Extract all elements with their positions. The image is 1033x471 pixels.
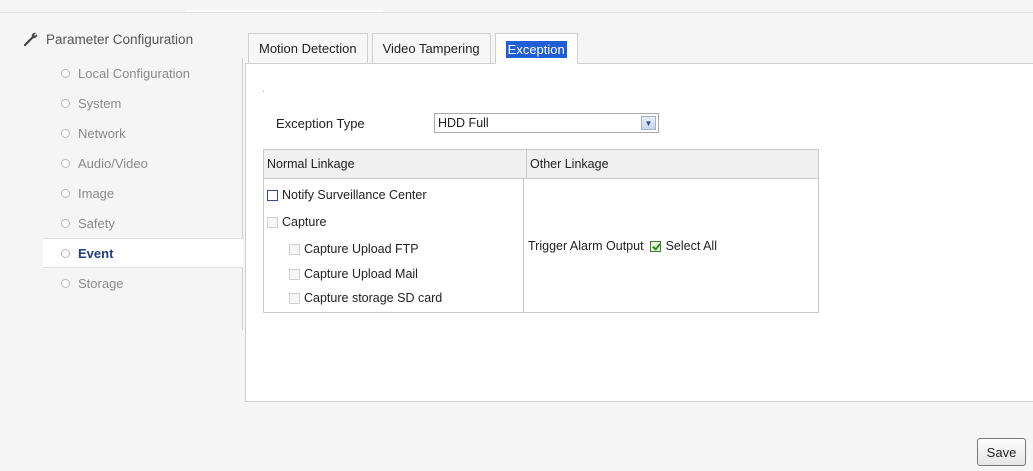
sidebar-item-event[interactable]: Event: [43, 238, 243, 268]
sidebar-item-label: Local Configuration: [78, 65, 191, 81]
normal-linkage-cell: Notify Surveillance Center Capture Captu…: [264, 179, 524, 313]
capture-ftp-option: Capture Upload FTP: [289, 242, 419, 256]
sidebar: Parameter Configuration: [18, 26, 243, 52]
chevron-down-icon[interactable]: ▼: [641, 116, 656, 130]
sidebar-item-label: Image: [78, 185, 115, 201]
tab-bar: Motion Detection Video Tampering Excepti…: [248, 33, 582, 64]
sidebar-item-local-configuration[interactable]: Local Configuration: [43, 58, 242, 88]
capture-sd-option: Capture storage SD card: [289, 291, 442, 305]
linkage-header-row: Normal Linkage Other Linkage: [264, 150, 818, 179]
capture-sd-checkbox: [289, 292, 300, 304]
linkage-body-row: Notify Surveillance Center Capture Captu…: [264, 179, 818, 313]
sidebar-menu: Local Configuration System Network Audio…: [43, 58, 243, 330]
sidebar-item-label: Storage: [78, 275, 124, 291]
sidebar-item-image[interactable]: Image: [43, 178, 242, 208]
trigger-alarm-output: Trigger Alarm Output Select All: [528, 239, 717, 253]
capture-mail-label: Capture Upload Mail: [304, 267, 418, 281]
tab-motion-detection[interactable]: Motion Detection: [248, 33, 368, 63]
notify-center-option[interactable]: Notify Surveillance Center: [267, 188, 427, 202]
tab-exception[interactable]: Exception: [494, 33, 578, 64]
tab-video-tampering[interactable]: Video Tampering: [371, 33, 491, 63]
sidebar-item-audio-video[interactable]: Audio/Video: [43, 148, 242, 178]
normal-linkage-header: Normal Linkage: [264, 150, 527, 178]
bullet-icon: [61, 278, 70, 288]
sidebar-item-safety[interactable]: Safety: [43, 208, 242, 238]
wrench-icon: [23, 32, 38, 47]
sidebar-item-network[interactable]: Network: [43, 118, 242, 148]
sidebar-item-label: System: [78, 95, 122, 111]
panel-mark: ·: [262, 86, 266, 97]
sidebar-item-label: Event: [78, 245, 114, 261]
select-all-label[interactable]: Select All: [666, 239, 717, 253]
select-all-checkbox[interactable]: [649, 240, 661, 252]
bullet-icon: [61, 128, 70, 138]
bullet-icon: [61, 188, 70, 198]
exception-type-row: Exception Type HDD Full ▼: [276, 113, 659, 133]
sidebar-item-label: Safety: [78, 215, 115, 231]
exception-type-label: Exception Type: [276, 115, 365, 131]
linkage-table: Normal Linkage Other Linkage Notify Surv…: [263, 149, 819, 313]
sidebar-title-label: Parameter Configuration: [46, 31, 194, 47]
tab-label: Motion Detection: [259, 41, 357, 56]
capture-mail-checkbox: [289, 268, 300, 280]
bullet-icon: [61, 248, 70, 258]
capture-label: Capture: [282, 215, 327, 229]
bullet-icon: [61, 158, 70, 168]
sidebar-title: Parameter Configuration: [18, 26, 243, 52]
sidebar-item-system[interactable]: System: [43, 88, 242, 118]
capture-option: Capture: [267, 215, 326, 229]
other-linkage-cell: Trigger Alarm Output Select All: [524, 179, 818, 313]
other-linkage-header: Other Linkage: [530, 157, 609, 171]
capture-ftp-checkbox: [289, 243, 300, 255]
capture-mail-option: Capture Upload Mail: [289, 267, 418, 281]
capture-checkbox: [267, 216, 278, 228]
sidebar-item-label: Audio/Video: [78, 155, 148, 171]
exception-type-value: HDD Full: [438, 116, 489, 130]
exception-type-select[interactable]: HDD Full ▼: [434, 113, 659, 133]
trigger-alarm-label: Trigger Alarm Output: [528, 239, 644, 253]
sidebar-item-label: Network: [78, 125, 126, 141]
notify-center-checkbox[interactable]: [267, 189, 278, 201]
top-divider: [0, 12, 1033, 13]
notify-center-label: Notify Surveillance Center: [282, 188, 427, 202]
capture-sd-label: Capture storage SD card: [304, 291, 443, 305]
bullet-icon: [61, 218, 70, 228]
tab-label: Exception: [505, 40, 567, 58]
tab-label: Video Tampering: [382, 41, 480, 56]
bullet-icon: [61, 98, 70, 108]
bullet-icon: [61, 68, 70, 78]
save-button[interactable]: Save: [977, 438, 1026, 466]
capture-ftp-label: Capture Upload FTP: [304, 242, 419, 256]
sidebar-item-storage[interactable]: Storage: [43, 268, 242, 298]
